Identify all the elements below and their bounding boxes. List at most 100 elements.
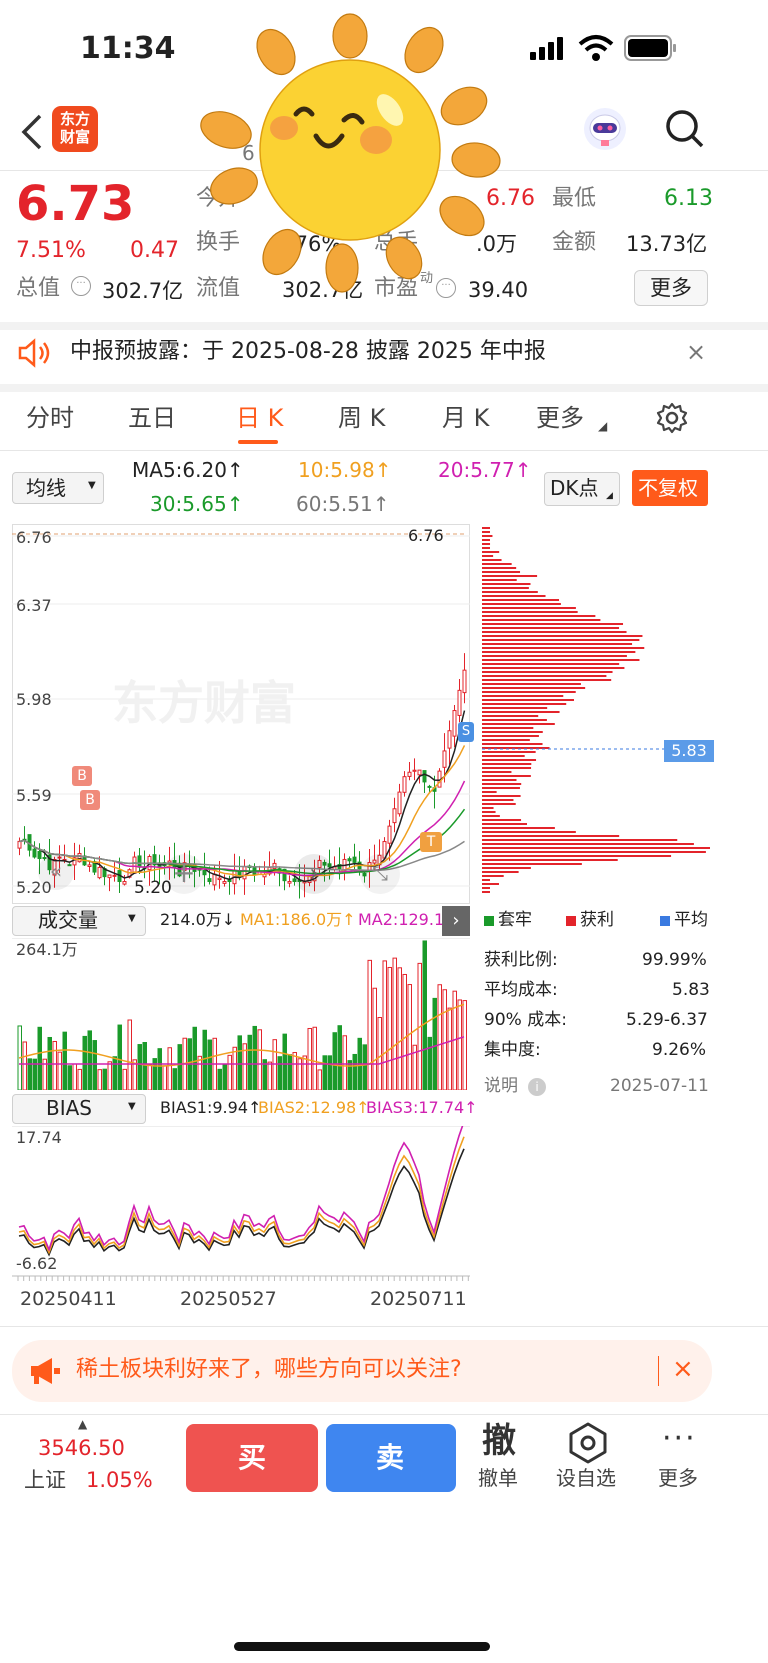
expand-icon[interactable]: ⤡ [360,854,400,894]
status-time: 11:34 [80,31,176,66]
more-quote-button[interactable]: 更多 [634,270,708,306]
kline-candle [272,862,277,870]
amount-value: 13.73亿 [626,232,708,256]
dk-point-label: DK点 [550,476,599,500]
volume-bar [282,1033,287,1090]
kline-candle [112,874,117,877]
kline-canvas[interactable] [12,524,470,904]
banner-close-icon[interactable]: × [672,1356,694,1382]
volume-bar [332,1032,337,1090]
notice-text[interactable]: 中报预披露：于 2025-08-28 披露 2025 年中报 [70,341,546,363]
caret-icon: ◢ [598,419,608,433]
kline-candle [107,874,112,879]
more-icon[interactable]: ··· [662,1424,697,1454]
tab-five-day[interactable]: 五日 [128,406,176,430]
bias-select-label: BIAS [46,1096,92,1120]
kline-candle [207,878,212,883]
bias-chart[interactable] [12,1126,470,1286]
kline-candle [422,770,427,783]
volume-bar [37,1026,42,1090]
tab-intraday[interactable]: 分时 [26,406,74,430]
legend-profit: 获利 [580,910,614,930]
no-adjust-label: 不复权 [638,476,698,500]
chip-row-label: 平均成本: [484,980,558,1000]
kline-candle [402,776,407,793]
y-label-top: 6.76 [16,528,52,547]
chart-prev-button[interactable]: « [38,854,74,890]
info-icon[interactable]: i [528,1078,546,1096]
kline-candle [462,669,467,694]
volume-bar [82,1035,87,1090]
index-name[interactable]: 上证 [24,1470,66,1491]
volume-bar [272,1039,277,1090]
chip-distribution-chart[interactable] [480,524,714,904]
tab-weekly-k[interactable]: 周 K [338,406,385,430]
collapse-indicator-icon[interactable]: › [442,906,470,936]
tab-more[interactable]: 更多 [536,406,584,430]
ma10-label: 10:5.98↑ [298,458,392,482]
tab-daily-k[interactable]: 日 K [236,406,283,430]
chip-row-label: 获利比例: [484,950,558,970]
volume-bar [397,967,402,1090]
mktcap-value: 302.7亿 [102,279,184,303]
more-label[interactable]: 更多 [658,1468,698,1488]
sell-label: 卖 [376,1441,405,1474]
change-percent: 7.51% [16,238,86,263]
chip-row-value: 5.29-6.37 [626,1010,708,1030]
settings-gear-icon[interactable] [656,402,688,434]
volume-bar [317,1069,322,1090]
volume-bar [432,997,437,1090]
t-signal-badge: T [420,832,442,852]
volume-bar [107,1061,112,1090]
date-label: 20250711 [370,1288,467,1310]
info-icon[interactable]: ··· [71,276,91,296]
chip-row-label: 90% 成本: [484,1010,567,1030]
volume-bar [122,1068,127,1090]
volume-bar [177,1044,182,1090]
assistant-robot-icon[interactable] [582,106,628,152]
chart-next-button[interactable]: › [294,854,334,894]
volume-chart[interactable] [12,938,470,1090]
volume-bar [22,1041,27,1090]
volume-select-label: 成交量 [38,908,98,932]
volume-bar [137,1044,142,1090]
wifi-icon [578,34,614,62]
volume-bar [382,960,387,1090]
volume-bar [347,1060,352,1090]
kline-candle [452,710,457,737]
volume-bar [402,973,407,1090]
volume-bar [342,1035,347,1090]
volume-bar [162,1065,167,1090]
up-arrow-icon: ▲ [78,1417,88,1431]
sun-sticker [194,10,506,300]
kline-candle [387,825,392,844]
volume-bar [72,1063,77,1090]
add-favorite-icon[interactable] [568,1422,608,1464]
back-icon[interactable] [18,112,44,152]
index-value[interactable]: 3546.50 [38,1438,125,1459]
zoom-in-button[interactable]: + [164,854,204,894]
cancel-order-icon[interactable]: 撤 [482,1424,516,1458]
ma-select-label: 均线 [26,476,66,500]
volume-bar [227,1054,232,1090]
notice-close-icon[interactable]: × [686,340,706,364]
tab-monthly-k[interactable]: 月 K [442,406,489,430]
kline-candle [442,750,447,768]
volume-bar [302,1055,307,1090]
volume-caret-icon: ▼ [128,913,136,924]
volume-bar [52,1040,57,1090]
chip-note-link[interactable]: 说明 [484,1078,518,1095]
add-favorite-label[interactable]: 设自选 [556,1468,616,1488]
legend-average: 平均 [674,910,708,930]
index-percent[interactable]: 1.05% [86,1470,153,1491]
volume-max-label: 264.1万 [16,940,78,959]
kline-candle [122,881,127,885]
kline-candle [287,881,292,884]
volume-bar [277,1056,282,1090]
banner-text[interactable]: 稀土板块利好来了，哪些方向可以关注? [76,1359,462,1381]
kline-candle [417,769,422,776]
ma60-label: 60:5.51↑ [296,492,390,516]
cancel-order-label[interactable]: 撤单 [478,1468,518,1488]
search-icon[interactable] [664,108,706,150]
low-value: 6.13 [664,186,713,211]
